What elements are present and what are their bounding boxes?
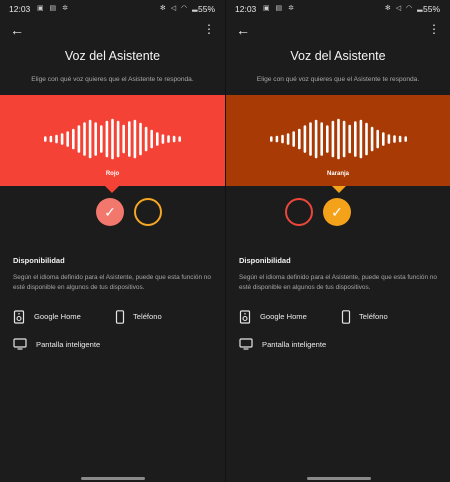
screen-rojo: 12:03 ▣ ▤ ✲ ✻ ◁ ◠ ▂ 55% ← ⋮ Voz del Asis… <box>0 0 225 482</box>
gesture-bar[interactable] <box>81 477 145 480</box>
notification-icons: ▣ ▤ ✲ <box>37 5 70 12</box>
device-label: Pantalla inteligente <box>262 340 327 349</box>
status-bar: 12:03 ▣ ▤ ✲ ✻ ◁ ◠ ▂ 55% <box>226 0 450 18</box>
system-icons: ✻ ◁ ◠ ▂ <box>159 5 199 12</box>
availability-description: Según el idioma definido para el Asisten… <box>13 274 211 291</box>
color-swatch-orange[interactable]: ✓ <box>323 198 351 226</box>
color-swatch-red[interactable]: ✓ <box>96 198 124 226</box>
battery-percent: 55% <box>197 4 215 14</box>
device-label: Google Home <box>34 312 81 321</box>
section-title: Disponibilidad <box>239 256 291 265</box>
battery-percent: 55% <box>422 4 440 14</box>
page-title: Voz del Asistente <box>290 49 386 63</box>
check-icon: ✓ <box>104 204 116 220</box>
page-subtitle: Elige con qué voz quieres que el Asisten… <box>31 76 194 83</box>
phone-icon <box>115 310 125 324</box>
more-options-icon[interactable]: ⋮ <box>428 22 440 36</box>
selected-color-label: Naranja <box>326 171 349 177</box>
gesture-bar[interactable] <box>307 477 371 480</box>
selected-color-label: Rojo <box>105 171 120 177</box>
back-arrow-icon[interactable]: ← <box>236 23 250 37</box>
page-title: Voz del Asistente <box>64 49 161 63</box>
speaker-icon <box>13 310 25 324</box>
availability-description: Según el idioma definido para el Asisten… <box>239 274 437 291</box>
device-label: Teléfono <box>133 312 162 321</box>
smart-display-icon <box>13 338 27 350</box>
banner-pointer <box>332 186 346 193</box>
screen-naranja: 12:03 ▣ ▤ ✲ ✻ ◁ ◠ ▂ 55% ← ⋮ Voz del Asis… <box>225 0 450 482</box>
notification-icons: ▣ ▤ ✲ <box>263 5 296 12</box>
color-swatch-red[interactable] <box>285 198 313 226</box>
more-options-icon[interactable]: ⋮ <box>203 22 215 36</box>
device-label: Google Home <box>260 312 307 321</box>
smart-display-icon <box>239 338 253 350</box>
status-bar: 12:03 ▣ ▤ ✲ ✻ ◁ ◠ ▂ 55% <box>0 0 225 18</box>
section-title: Disponibilidad <box>13 256 65 265</box>
back-arrow-icon[interactable]: ← <box>10 23 24 37</box>
banner-pointer <box>105 186 119 193</box>
system-icons: ✻ ◁ ◠ ▂ <box>384 5 424 12</box>
device-label: Pantalla inteligente <box>36 340 101 349</box>
status-time: 12:03 <box>235 4 257 14</box>
color-swatch-orange[interactable] <box>134 198 162 226</box>
status-time: 12:03 <box>9 4 31 14</box>
check-icon: ✓ <box>331 204 343 220</box>
device-label: Teléfono <box>359 312 388 321</box>
speaker-icon <box>239 310 251 324</box>
phone-icon <box>341 310 351 324</box>
page-subtitle: Elige con qué voz quieres que el Asisten… <box>256 76 420 83</box>
